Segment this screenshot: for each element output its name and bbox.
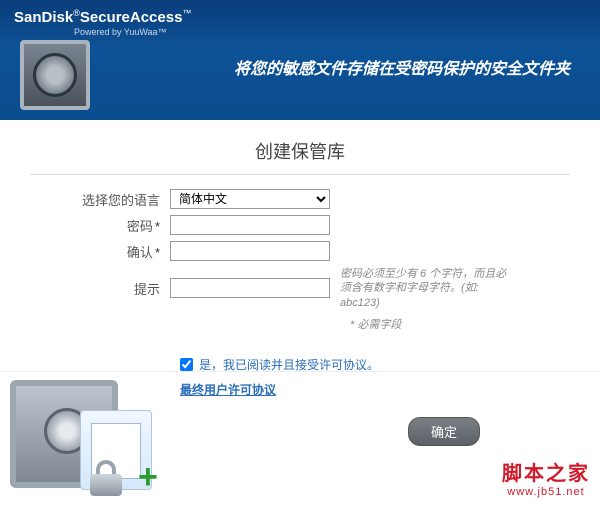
password-input[interactable] [170,215,330,235]
brand-reg: ® [73,8,80,18]
footer: + 确定 脚本之家 www.jb51.net [0,371,600,506]
row-password: 密码* [30,215,570,235]
confirm-input[interactable] [170,241,330,261]
hint-label: 提示 [30,279,170,298]
required-star: * [155,245,160,260]
page-title: 创建保管库 [30,138,570,175]
brand-name: SanDisk®SecureAccess™ [14,9,191,26]
brand-block: SanDisk®SecureAccess™ Powered by YuuWaa™ [14,8,586,37]
required-fields-note: * 必需字段 [350,316,570,332]
safe-icon [20,40,90,110]
row-language: 选择您的语言 简体中文 [30,189,570,209]
tagline: 将您的敏感文件存储在受密码保护的安全文件夹 [234,55,570,79]
language-label: 选择您的语言 [30,190,170,209]
vault-illustration: + [10,380,170,500]
main-form: 创建保管库 选择您的语言 简体中文 密码* 确认* 提示 密码必须至少有 6 个… [0,120,600,399]
plus-icon: + [138,466,166,494]
lock-icon [90,460,122,496]
brand-product: SecureAccess [80,9,183,26]
password-label: 密码* [30,216,170,235]
brand-tm: ™ [182,8,191,18]
row-hint: 提示 密码必须至少有 6 个字符，而且必须含有数字和字母字符。(如: abc12… [30,267,570,310]
password-label-text: 密码 [127,219,153,234]
row-confirm: 确认* [30,241,570,261]
watermark-url: www.jb51.net [502,486,590,498]
brand-sandisk: SanDisk [14,9,73,26]
hint-input[interactable] [170,278,330,298]
ok-button[interactable]: 确定 [408,417,480,446]
consent-checkbox[interactable] [180,358,193,371]
watermark: 脚本之家 www.jb51.net [502,457,590,498]
lock-body-icon [90,474,122,496]
required-star: * [155,219,160,234]
app-header: SanDisk®SecureAccess™ Powered by YuuWaa™… [0,0,600,120]
watermark-site-name: 脚本之家 [502,457,590,486]
powered-by: Powered by YuuWaa™ [74,27,586,37]
language-select[interactable]: 简体中文 [170,189,330,209]
password-policy-note: 密码必须至少有 6 个字符，而且必须含有数字和字母字符。(如: abc123) [340,267,510,310]
confirm-label: 确认* [30,242,170,261]
confirm-label-text: 确认 [127,245,153,260]
